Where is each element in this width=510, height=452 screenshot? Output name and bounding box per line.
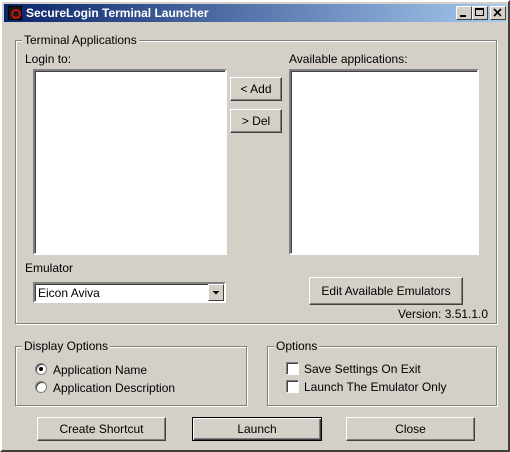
securelogin-app-icon[interactable] [8,6,22,20]
emulator-selected-value: Eicon Aviva [38,286,100,300]
close-button[interactable]: Close [346,417,475,441]
window-title: SecureLogin Terminal Launcher [26,6,209,20]
del-button[interactable]: > Del [230,109,282,133]
options-label: Options [274,339,320,353]
close-icon [493,8,502,17]
version-label: Version: 3.51.1.0 [398,307,489,321]
minimize-button[interactable] [456,6,472,20]
login-to-label: Login to: [25,52,72,66]
options-group: Options [267,339,497,406]
application-name-label[interactable]: Application Name [53,363,147,377]
application-description-radio[interactable] [35,381,47,393]
emulator-select[interactable]: Eicon Aviva [33,282,226,303]
create-shortcut-button[interactable]: Create Shortcut [37,417,166,441]
application-name-radio[interactable] [35,363,47,375]
available-applications-label: Available applications: [289,52,408,66]
available-applications-listbox[interactable] [289,69,479,255]
maximize-button[interactable] [472,6,488,20]
terminal-launcher-window: SecureLogin Terminal Launcher Terminal A… [0,0,510,452]
emulator-label: Emulator [25,261,74,275]
chevron-down-icon [212,291,220,295]
application-description-label[interactable]: Application Description [53,381,175,395]
close-window-button[interactable] [490,6,506,20]
add-button[interactable]: < Add [230,77,282,101]
launch-emulator-only-label[interactable]: Launch The Emulator Only [304,380,447,394]
emulator-dropdown-button[interactable] [208,284,224,301]
launch-button[interactable]: Launch [192,417,322,441]
save-settings-on-exit-label[interactable]: Save Settings On Exit [304,362,421,376]
launch-emulator-only-checkbox[interactable] [286,380,299,393]
edit-available-emulators-button[interactable]: Edit Available Emulators [309,277,463,305]
maximize-icon [475,8,484,16]
save-settings-on-exit-checkbox[interactable] [286,362,299,375]
title-bar[interactable]: SecureLogin Terminal Launcher [4,4,506,22]
display-options-label: Display Options [22,339,111,353]
terminal-applications-label: Terminal Applications [22,33,139,47]
login-to-listbox[interactable] [33,69,227,255]
minimize-icon [460,15,466,17]
